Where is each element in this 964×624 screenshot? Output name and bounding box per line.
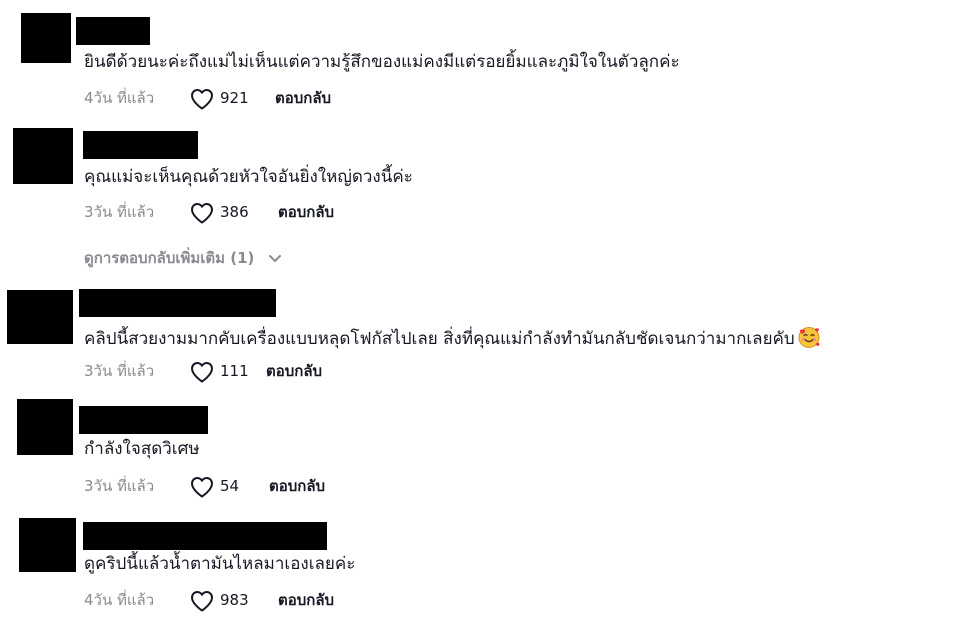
comment-time: 4วัน ที่แล้ว bbox=[84, 89, 155, 107]
comment-text: คุณแม่จะเห็นคุณด้วยหัวใจอันยิ่งใหญ่ดวงนี… bbox=[84, 167, 413, 187]
avatar[interactable] bbox=[13, 128, 73, 184]
like-count: 983 bbox=[220, 591, 249, 609]
heart-outline-icon bbox=[191, 362, 213, 383]
reply-button[interactable]: ตอบกลับ bbox=[278, 200, 334, 224]
avatar[interactable] bbox=[21, 13, 71, 63]
avatar[interactable] bbox=[17, 399, 73, 455]
smiling-face-with-hearts-emoji bbox=[798, 327, 820, 348]
reply-button[interactable]: ตอบกลับ bbox=[269, 474, 325, 498]
comment-text: คลิปนี้สวยงามมากคับเครื่องแบบหลุดโฟกัสไป… bbox=[84, 325, 821, 351]
chevron-down-icon bbox=[268, 254, 281, 262]
like-count: 386 bbox=[220, 203, 249, 221]
view-more-replies-button[interactable]: ดูการตอบกลับเพิ่มเติม (1) bbox=[84, 246, 282, 270]
comment-time: 3วัน ที่แล้ว bbox=[84, 203, 155, 221]
reply-button[interactable]: ตอบกลับ bbox=[275, 86, 331, 110]
like-count: 921 bbox=[220, 89, 249, 107]
username-redacted[interactable] bbox=[83, 131, 198, 159]
heart-outline-icon bbox=[191, 203, 213, 224]
username-redacted[interactable] bbox=[76, 17, 150, 45]
like-count: 111 bbox=[220, 362, 249, 380]
username-redacted[interactable] bbox=[79, 406, 208, 434]
view-more-replies-label: ดูการตอบกลับเพิ่มเติม (1) bbox=[84, 249, 255, 267]
comment-time: 4วัน ที่แล้ว bbox=[84, 591, 155, 609]
heart-outline-icon bbox=[191, 591, 213, 612]
heart-outline-icon bbox=[191, 89, 213, 110]
comment-time: 3วัน ที่แล้ว bbox=[84, 477, 155, 495]
comment-text: ดูคริปนี้แล้วน้ำตามันไหลมาเองเลยค่ะ bbox=[84, 554, 356, 574]
username-redacted[interactable] bbox=[79, 289, 276, 317]
heart-outline-icon bbox=[191, 477, 213, 498]
username-redacted[interactable] bbox=[83, 522, 327, 550]
comment-text-content: คลิปนี้สวยงามมากคับเครื่องแบบหลุดโฟกัสไป… bbox=[84, 329, 795, 349]
avatar[interactable] bbox=[19, 518, 76, 572]
like-count: 54 bbox=[220, 477, 240, 495]
comment-time: 3วัน ที่แล้ว bbox=[84, 362, 155, 380]
avatar[interactable] bbox=[7, 290, 73, 344]
reply-button[interactable]: ตอบกลับ bbox=[278, 588, 334, 612]
reply-button[interactable]: ตอบกลับ bbox=[266, 359, 322, 383]
comment-text: ยินดีด้วยนะค่ะถึงแม่ไม่เห็นแต่ความรู้สึก… bbox=[84, 52, 680, 72]
comment-text: กำลังใจสุดวิเศษ bbox=[84, 439, 200, 459]
